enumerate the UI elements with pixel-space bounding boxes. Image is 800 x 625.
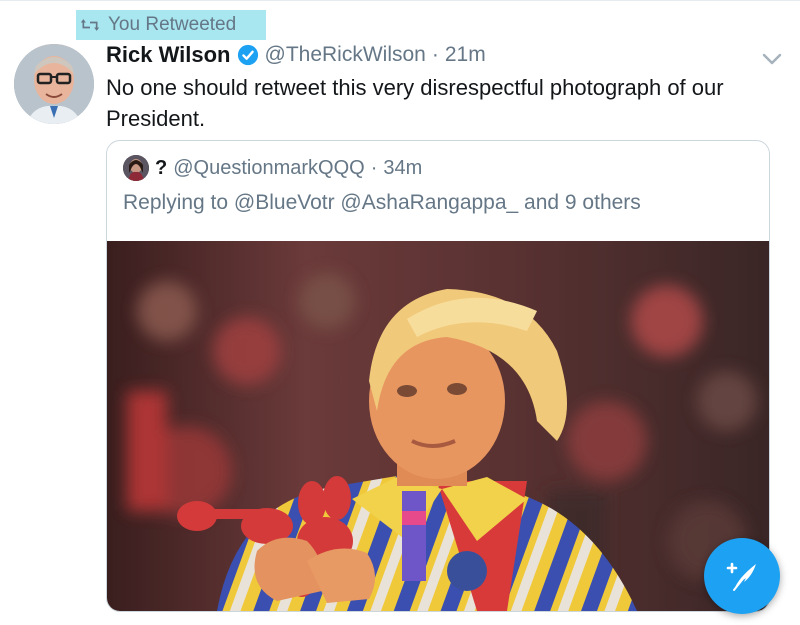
quoted-tweet-card[interactable]: ? @QuestionmarkQQQ · 34m Replying to @Bl…: [106, 140, 770, 612]
retweet-context[interactable]: You Retweeted: [76, 10, 267, 40]
verified-badge-icon: [237, 44, 258, 66]
quoted-timestamp[interactable]: 34m: [383, 157, 422, 180]
quoted-author-name[interactable]: ?: [155, 157, 167, 180]
quoted-tweet-header: ? @QuestionmarkQQQ · 34m: [123, 155, 422, 181]
quoted-tweet-photo[interactable]: [107, 241, 769, 611]
chevron-down-icon[interactable]: [760, 50, 784, 68]
compose-feather-icon: [726, 562, 756, 591]
replying-to-line: Replying to @BlueVotr @AshaRangappa_ and…: [123, 191, 641, 214]
retweet-icon: [80, 19, 100, 31]
author-name[interactable]: Rick Wilson: [106, 42, 231, 68]
retweet-context-label: You Retweeted: [108, 14, 237, 35]
quoted-author-avatar[interactable]: [123, 155, 149, 181]
avatar-photo: [14, 44, 94, 124]
separator-dot: ·: [431, 43, 439, 66]
top-divider: [0, 0, 800, 1]
compose-tweet-button[interactable]: [704, 538, 780, 614]
tweet-header: Rick Wilson @TheRickWilson · 21m: [106, 42, 486, 68]
quoted-author-handle[interactable]: @QuestionmarkQQQ: [173, 157, 364, 180]
author-avatar[interactable]: [14, 44, 94, 124]
tweet-timestamp[interactable]: 21m: [445, 43, 486, 67]
quoted-avatar-photo: [123, 155, 149, 181]
author-handle[interactable]: @TheRickWilson: [265, 43, 426, 67]
quoted-separator-dot: ·: [370, 156, 378, 179]
tweet-text: No one should retweet this very disrespe…: [106, 75, 724, 131]
